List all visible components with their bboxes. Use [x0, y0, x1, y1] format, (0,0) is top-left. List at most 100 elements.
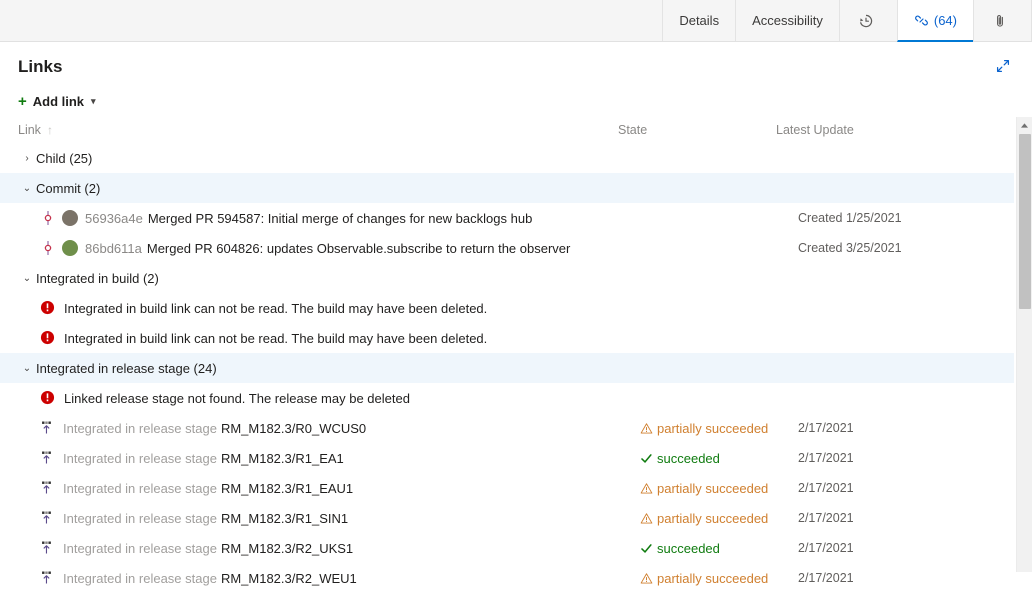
release-row-4-link: Integrated in release stage RM_M182.3/R1… [18, 510, 640, 526]
build-error-message: Integrated in build link can not be read… [64, 301, 487, 316]
link-icon [914, 13, 929, 28]
group-build-label: Integrated in build (2) [36, 271, 159, 286]
chevron-down-icon[interactable]: ⌄ [18, 363, 36, 374]
group-row-child[interactable]: › Child (25) [0, 143, 1014, 173]
tab-history[interactable] [839, 0, 897, 41]
scroll-up-arrow-icon[interactable] [1017, 117, 1032, 133]
commit-node-icon [40, 210, 56, 226]
release-stage-icon [40, 480, 56, 496]
release-row-2-name[interactable]: RM_M182.3/R1_EA1 [221, 451, 344, 466]
release-row-1-state-label: partially succeeded [657, 421, 768, 436]
release-stage-icon [40, 510, 56, 526]
error-icon [40, 300, 56, 316]
commit-hash[interactable]: 86bd611a [85, 241, 142, 256]
commit-row-2-update: Created 3/25/2021 [798, 241, 998, 255]
checkmark-icon [640, 452, 653, 465]
release-row-5-link: Integrated in release stage RM_M182.3/R2… [18, 540, 640, 556]
warning-triangle-icon [640, 482, 653, 495]
release-stage-icon [40, 540, 56, 556]
tab-links-count: (64) [934, 13, 957, 28]
history-icon [858, 13, 874, 29]
release-row-5-name[interactable]: RM_M182.3/R2_UKS1 [221, 541, 353, 556]
expand-panel-button[interactable] [990, 54, 1016, 80]
sort-ascending-arrow-icon: ↑ [47, 123, 53, 137]
commit-row-1-link: 56936a4e Merged PR 594587: Initial merge… [18, 210, 640, 226]
chevron-down-icon[interactable]: ⌄ [18, 273, 36, 284]
tab-links[interactable]: (64) [897, 0, 973, 42]
release-stage-icon [40, 570, 56, 586]
links-panel-header: Links [0, 42, 1032, 88]
tab-accessibility-label: Accessibility [752, 13, 823, 28]
warning-triangle-icon [640, 572, 653, 585]
release-row-3-name[interactable]: RM_M182.3/R1_EAU1 [221, 481, 353, 496]
tab-accessibility[interactable]: Accessibility [735, 0, 839, 41]
group-row-integrated-in-release-stage[interactable]: ⌄ Integrated in release stage (24) [0, 353, 1014, 383]
release-row-6-name[interactable]: RM_M182.3/R2_WEU1 [221, 571, 357, 586]
release-row-1-name[interactable]: RM_M182.3/R0_WCUS0 [221, 421, 366, 436]
release-row-3-link: Integrated in release stage RM_M182.3/R1… [18, 480, 640, 496]
release-row-1-link: Integrated in release stage RM_M182.3/R0… [18, 420, 640, 436]
group-build-cell: ⌄ Integrated in build (2) [18, 271, 618, 286]
links-table: Link ↑ State Latest Update › Child (25) … [0, 117, 1032, 593]
avatar [62, 210, 78, 226]
table-row[interactable]: Integrated in release stage RM_M182.3/R2… [18, 563, 1032, 593]
build-error-row-2: Integrated in build link can not be read… [18, 330, 640, 346]
release-row-2-prefix: Integrated in release stage [63, 451, 217, 466]
links-scrollbar[interactable] [1016, 117, 1032, 572]
chevron-right-icon[interactable]: › [18, 153, 36, 164]
release-row-1-state: partially succeeded [640, 421, 798, 436]
scrollbar-thumb[interactable] [1019, 134, 1031, 309]
table-row[interactable]: Integrated in build link can not be read… [18, 323, 1032, 353]
release-stage-icon [40, 450, 56, 466]
group-release-label: Integrated in release stage (24) [36, 361, 217, 376]
table-row[interactable]: Linked release stage not found. The rele… [18, 383, 1032, 413]
release-row-4-prefix: Integrated in release stage [63, 511, 217, 526]
column-header-link[interactable]: Link ↑ [18, 123, 618, 137]
release-row-4-name[interactable]: RM_M182.3/R1_SIN1 [221, 511, 348, 526]
column-header-latest-update[interactable]: Latest Update [776, 123, 976, 137]
table-row[interactable]: Integrated in release stage RM_M182.3/R1… [18, 503, 1032, 533]
release-row-1-prefix: Integrated in release stage [63, 421, 217, 436]
commit-message[interactable]: Merged PR 604826: updates Observable.sub… [147, 241, 570, 256]
table-row[interactable]: 56936a4e Merged PR 594587: Initial merge… [18, 203, 1032, 233]
table-row[interactable]: Integrated in release stage RM_M182.3/R1… [18, 473, 1032, 503]
commit-message[interactable]: Merged PR 594587: Initial merge of chang… [148, 211, 532, 226]
add-link-button[interactable]: + Add link ▾ [18, 94, 96, 109]
table-row[interactable]: Integrated in build link can not be read… [18, 293, 1032, 323]
column-header-state[interactable]: State [618, 123, 776, 137]
group-release-cell: ⌄ Integrated in release stage (24) [18, 361, 618, 376]
group-row-integrated-in-build[interactable]: ⌄ Integrated in build (2) [0, 263, 1014, 293]
plus-icon: + [18, 94, 27, 109]
expand-diagonal-icon [995, 58, 1011, 77]
release-row-4-update: 2/17/2021 [798, 511, 998, 525]
release-row-6-link: Integrated in release stage RM_M182.3/R2… [18, 570, 640, 586]
table-row[interactable]: Integrated in release stage RM_M182.3/R1… [18, 443, 1032, 473]
column-header-latest-update-label: Latest Update [776, 123, 854, 137]
release-row-6-state-label: partially succeeded [657, 571, 768, 586]
tab-details[interactable]: Details [662, 0, 735, 41]
release-row-5-update: 2/17/2021 [798, 541, 998, 555]
chevron-down-icon[interactable]: ⌄ [18, 183, 36, 194]
release-row-5-state: succeeded [640, 541, 798, 556]
commit-node-icon [40, 240, 56, 256]
tab-attachments[interactable] [973, 0, 1032, 41]
release-row-2-state: succeeded [640, 451, 798, 466]
release-row-4-state: partially succeeded [640, 511, 798, 526]
commit-hash[interactable]: 56936a4e [85, 211, 143, 226]
warning-triangle-icon [640, 512, 653, 525]
group-commit-cell: ⌄ Commit (2) [18, 181, 618, 196]
table-row[interactable]: Integrated in release stage RM_M182.3/R2… [18, 533, 1032, 563]
table-row[interactable]: 86bd611a Merged PR 604826: updates Obser… [18, 233, 1032, 263]
release-row-3-state: partially succeeded [640, 481, 798, 496]
release-row-3-update: 2/17/2021 [798, 481, 998, 495]
error-icon [40, 330, 56, 346]
error-icon [40, 390, 56, 406]
page-title: Links [18, 57, 62, 77]
build-error-message: Integrated in build link can not be read… [64, 331, 487, 346]
group-row-commit[interactable]: ⌄ Commit (2) [0, 173, 1014, 203]
table-row[interactable]: Integrated in release stage RM_M182.3/R0… [18, 413, 1032, 443]
release-row-2-update: 2/17/2021 [798, 451, 998, 465]
release-row-3-state-label: partially succeeded [657, 481, 768, 496]
release-row-2-state-label: succeeded [657, 451, 720, 466]
work-item-tab-bar: Details Accessibility (64) [0, 0, 1032, 42]
